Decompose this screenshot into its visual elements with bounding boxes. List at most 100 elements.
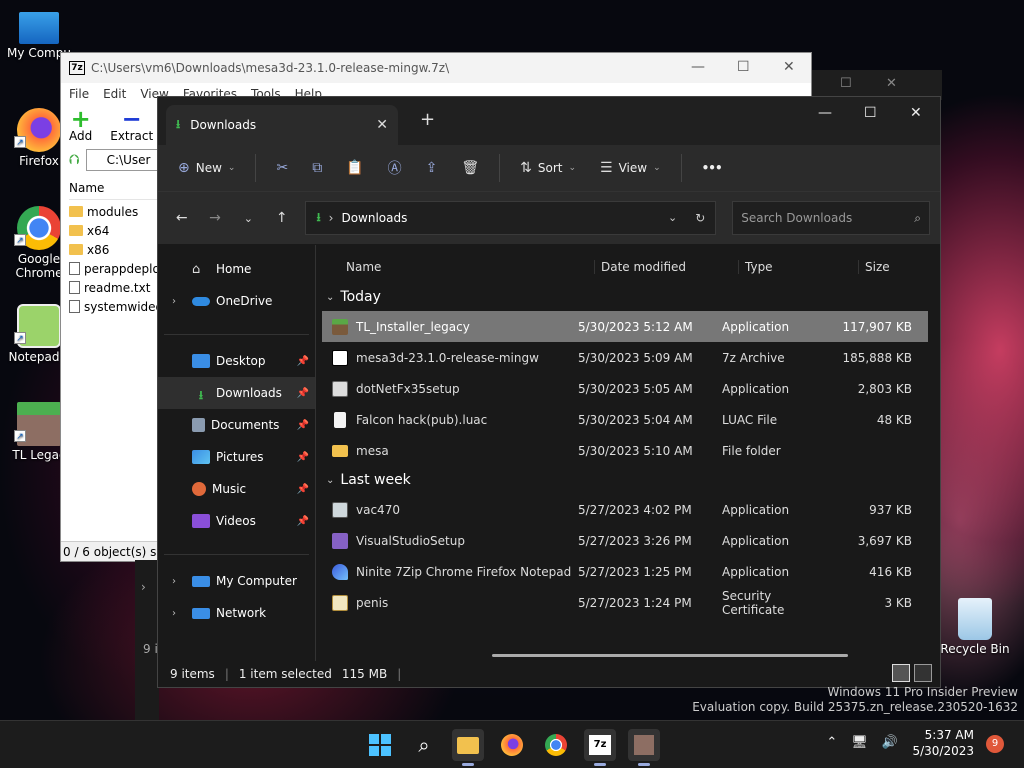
network-icon[interactable]: 🖥 bbox=[851, 735, 868, 750]
taskbar-firefox[interactable] bbox=[496, 729, 528, 761]
tab-close-icon[interactable]: ✕ bbox=[376, 117, 388, 133]
file-row[interactable]: Ninite 7Zip Chrome Firefox Notepad Inst.… bbox=[322, 556, 928, 587]
tab-downloads[interactable]: ⭳ Downloads ✕ bbox=[166, 105, 398, 145]
list-item-label: modules bbox=[87, 204, 139, 219]
rename-button[interactable]: Ⓐ bbox=[378, 152, 412, 184]
expand-chevron-icon[interactable]: › bbox=[172, 608, 186, 619]
forward-arrow-icon[interactable]: → bbox=[201, 210, 228, 226]
nav-item-documents[interactable]: Documents 📌 bbox=[158, 409, 315, 441]
certificate-icon bbox=[332, 594, 348, 611]
maximize-icon[interactable]: ☐ bbox=[840, 76, 852, 91]
taskbar-7zip[interactable]: 7z bbox=[584, 729, 616, 766]
nav-label: Videos bbox=[216, 514, 256, 528]
nav-item-onedrive[interactable]: › OneDrive bbox=[158, 285, 315, 317]
nav-item-home[interactable]: ⌂ Home bbox=[158, 253, 315, 285]
expand-chevron-icon[interactable]: › bbox=[172, 296, 186, 307]
minimize-icon[interactable]: — bbox=[691, 59, 705, 75]
clock[interactable]: 5:37 AM 5/30/2023 bbox=[912, 727, 974, 759]
maximize-icon[interactable]: ☐ bbox=[864, 105, 877, 121]
file-row[interactable]: penis 5/27/2023 1:24 PM Security Certifi… bbox=[322, 587, 928, 618]
menu-file[interactable]: File bbox=[69, 87, 89, 101]
shortcut-arrow-icon: ↗ bbox=[14, 332, 26, 344]
taskbar-chrome[interactable] bbox=[540, 729, 572, 761]
tiles-view-icon[interactable] bbox=[914, 664, 932, 682]
command-bar: ⊕ New ⌄ ✂ ⧉ 📋 Ⓐ ⇪ 🗑 ⇅ Sort ⌄ ☰ View ⌄ ••… bbox=[158, 145, 940, 192]
desktop-icon-recycle-bin[interactable]: Recycle Bin bbox=[940, 598, 1010, 656]
notification-badge[interactable]: 9 bbox=[986, 735, 1004, 753]
volume-icon[interactable]: 🔊 bbox=[882, 735, 898, 750]
scissors-icon: ✂ bbox=[276, 160, 289, 176]
file-size: 185,888 KB bbox=[842, 350, 912, 365]
recent-locations-chevron-icon[interactable]: ⌄ bbox=[235, 212, 262, 225]
divider: | bbox=[397, 667, 402, 681]
close-icon[interactable]: ✕ bbox=[886, 76, 897, 91]
nav-item-my-computer[interactable]: › My Computer bbox=[158, 565, 315, 597]
cut-button[interactable]: ✂ bbox=[266, 152, 298, 184]
maximize-icon[interactable]: ☐ bbox=[737, 59, 750, 75]
column-header-date[interactable]: Date modified bbox=[594, 260, 738, 274]
search-button[interactable]: ⌕ bbox=[408, 729, 440, 761]
view-label: View bbox=[618, 161, 648, 175]
copy-button[interactable]: ⧉ bbox=[302, 152, 332, 184]
monitor-icon bbox=[192, 575, 210, 587]
nav-item-desktop[interactable]: Desktop 📌 bbox=[158, 345, 315, 377]
group-header-last-week[interactable]: ⌄ Last week bbox=[322, 466, 940, 494]
file-row[interactable]: mesa 5/30/2023 5:10 AM File folder bbox=[322, 435, 928, 466]
close-icon[interactable]: ✕ bbox=[910, 105, 922, 121]
add-button[interactable]: + Add bbox=[69, 105, 92, 143]
column-header-name[interactable]: Name bbox=[322, 260, 594, 274]
sevenzip-titlebar[interactable]: 7z C:\Users\vm6\Downloads\mesa3d-23.1.0-… bbox=[61, 53, 811, 83]
details-view-icon[interactable] bbox=[892, 664, 910, 682]
column-header-size[interactable]: Size bbox=[858, 260, 938, 274]
file-row[interactable]: Falcon hack(pub).luac 5/30/2023 5:04 AM … bbox=[322, 404, 928, 435]
extract-label: Extract bbox=[110, 129, 154, 143]
pin-icon: 📌 bbox=[296, 419, 309, 431]
paste-button[interactable]: 📋 bbox=[336, 152, 373, 184]
nav-item-downloads[interactable]: ⭳ Downloads 📌 bbox=[158, 377, 315, 409]
nav-item-music[interactable]: Music 📌 bbox=[158, 473, 315, 505]
file-row[interactable]: vac470 5/27/2023 4:02 PM Application 937… bbox=[322, 494, 928, 525]
nav-item-network[interactable]: › Network bbox=[158, 597, 315, 629]
start-button[interactable] bbox=[364, 729, 396, 761]
nav-item-pictures[interactable]: Pictures 📌 bbox=[158, 441, 315, 473]
up-arrow-icon[interactable]: ↑ bbox=[268, 210, 295, 226]
sort-button[interactable]: ⇅ Sort ⌄ bbox=[510, 152, 586, 184]
minimize-icon[interactable]: — bbox=[818, 105, 832, 121]
text-file-icon bbox=[69, 281, 80, 294]
file-row[interactable]: dotNetFx35setup 5/30/2023 5:05 AM Applic… bbox=[322, 373, 928, 404]
address-history-chevron-icon[interactable]: ⌄ bbox=[668, 211, 677, 225]
divider: | bbox=[224, 667, 229, 681]
file-type: Application bbox=[722, 533, 790, 548]
show-hidden-icons-chevron-icon[interactable]: ⌃ bbox=[826, 735, 837, 750]
new-button[interactable]: ⊕ New ⌄ bbox=[168, 152, 245, 184]
view-button[interactable]: ☰ View ⌄ bbox=[590, 152, 671, 184]
nav-label: Music bbox=[212, 482, 247, 496]
horizontal-scrollbar[interactable] bbox=[492, 654, 848, 657]
plus-icon: + bbox=[70, 105, 91, 133]
nav-item-videos[interactable]: Videos 📌 bbox=[158, 505, 315, 537]
chrome-icon bbox=[545, 734, 567, 756]
taskbar-tl-legacy[interactable] bbox=[628, 729, 660, 766]
address-bar[interactable]: ⭳ › Downloads ⌄ ↻ bbox=[305, 201, 717, 235]
new-tab-icon[interactable]: + bbox=[420, 109, 435, 130]
refresh-icon[interactable]: ↻ bbox=[695, 211, 705, 225]
file-row[interactable]: mesa3d-23.1.0-release-mingw 5/30/2023 5:… bbox=[322, 342, 928, 373]
more-options-button[interactable]: ••• bbox=[692, 152, 732, 184]
close-icon[interactable]: ✕ bbox=[783, 59, 795, 75]
menu-edit[interactable]: Edit bbox=[103, 87, 126, 101]
file-explorer-window[interactable]: ⭳ Downloads ✕ + — ☐ ✕ ⊕ New ⌄ ✂ ⧉ 📋 Ⓐ ⇪ … bbox=[157, 96, 941, 688]
delete-button[interactable]: 🗑 bbox=[451, 152, 489, 184]
breadcrumb-downloads[interactable]: Downloads bbox=[341, 211, 407, 225]
file-row[interactable]: TL_Installer_legacy 5/30/2023 5:12 AM Ap… bbox=[322, 311, 928, 342]
search-input[interactable]: Search Downloads ⌕ bbox=[732, 201, 931, 235]
nav-label: Home bbox=[216, 262, 252, 276]
extract-button[interactable]: − Extract bbox=[110, 107, 154, 143]
column-header-type[interactable]: Type bbox=[738, 260, 858, 274]
up-folder-icon[interactable]: ⮉ bbox=[69, 152, 80, 168]
back-arrow-icon[interactable]: ← bbox=[168, 210, 195, 226]
expand-chevron-icon[interactable]: › bbox=[172, 576, 186, 587]
taskbar-file-explorer[interactable] bbox=[452, 729, 484, 766]
group-header-today[interactable]: ⌄ Today bbox=[322, 283, 940, 311]
share-button[interactable]: ⇪ bbox=[416, 152, 448, 184]
file-row[interactable]: VisualStudioSetup 5/27/2023 3:26 PM Appl… bbox=[322, 525, 928, 556]
